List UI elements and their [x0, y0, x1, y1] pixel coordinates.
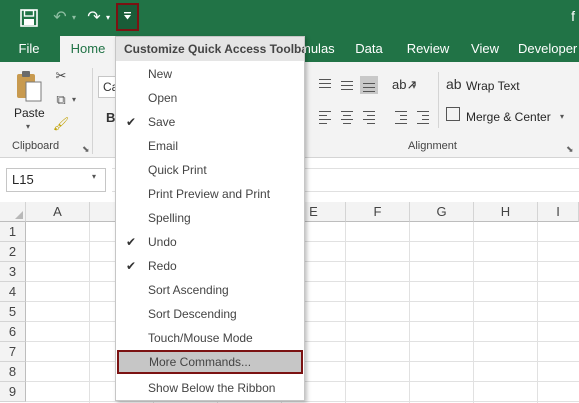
menu-item-show-below-ribbon[interactable]: Show Below the Ribbon — [116, 376, 304, 400]
format-painter-icon[interactable]: 🖌 — [52, 116, 70, 132]
menu-item-redo[interactable]: ✔ Redo — [116, 254, 304, 278]
redo-icon[interactable]: ↷ — [84, 6, 104, 30]
increase-indent-icon[interactable] — [414, 108, 432, 126]
decrease-indent-icon[interactable] — [392, 108, 410, 126]
menu-item-email[interactable]: Email — [116, 134, 304, 158]
paste-button[interactable]: Paste — [14, 106, 45, 120]
alignment-launcher-icon[interactable]: ⬊ — [566, 144, 574, 155]
tab-file[interactable]: File — [0, 36, 58, 62]
bold-button[interactable]: B — [106, 110, 115, 125]
check-icon: ✔ — [125, 235, 137, 249]
menu-item-spelling[interactable]: Spelling — [116, 206, 304, 230]
row-header[interactable]: 4 — [0, 282, 26, 302]
group-divider — [92, 68, 93, 154]
column-header[interactable]: H — [474, 202, 538, 222]
top-align-icon[interactable] — [316, 76, 334, 94]
align-right-icon[interactable] — [360, 108, 378, 126]
check-icon: ✔ — [125, 115, 137, 129]
align-left-icon[interactable] — [316, 108, 334, 126]
wrap-text-button[interactable]: Wrap Text — [466, 79, 520, 93]
center-icon[interactable] — [338, 108, 356, 126]
column-header[interactable]: F — [346, 202, 410, 222]
tab-formulas[interactable]: mulas — [300, 36, 340, 62]
customize-qat-icon — [124, 12, 131, 20]
title-bar: ↶ ▾ ↷ ▾ f — [0, 0, 579, 36]
column-header[interactable]: I — [538, 202, 579, 222]
group-divider — [438, 72, 439, 128]
cut-icon[interactable]: ✂ — [52, 68, 70, 84]
merge-center-button[interactable]: Merge & Center — [466, 110, 551, 124]
customize-qat-menu: Customize Quick Access Toolbar New Open … — [115, 36, 305, 401]
bottom-align-icon[interactable] — [360, 76, 378, 94]
customize-qat-button[interactable] — [116, 3, 139, 31]
paste-dropdown-icon[interactable]: ▾ — [26, 122, 30, 131]
orientation-dropdown-icon[interactable]: ▾ — [412, 82, 416, 91]
tab-home[interactable]: Home — [60, 36, 116, 62]
menu-item-print-preview[interactable]: Print Preview and Print — [116, 182, 304, 206]
save-icon[interactable] — [18, 6, 40, 30]
menu-title: Customize Quick Access Toolbar — [116, 37, 304, 61]
row-header[interactable]: 7 — [0, 342, 26, 362]
tab-data[interactable]: Data — [346, 36, 392, 62]
tab-developer[interactable]: Developer — [518, 36, 579, 62]
copy-icon[interactable]: ⧉ — [52, 92, 70, 108]
row-header[interactable]: 2 — [0, 242, 26, 262]
row-header[interactable]: 1 — [0, 222, 26, 242]
tab-view[interactable]: View — [464, 36, 506, 62]
row-header[interactable]: 3 — [0, 262, 26, 282]
clipboard-launcher-icon[interactable]: ⬊ — [82, 144, 90, 155]
row-header[interactable]: 9 — [0, 382, 26, 402]
merge-center-icon[interactable] — [446, 107, 460, 121]
menu-item-touch-mouse-mode[interactable]: Touch/Mouse Mode — [116, 326, 304, 350]
name-box[interactable]: L15 — [6, 168, 106, 192]
menu-item-more-commands[interactable]: More Commands... — [117, 350, 303, 374]
merge-dropdown-icon[interactable]: ▾ — [560, 112, 564, 121]
redo-dropdown-icon[interactable]: ▾ — [104, 6, 112, 30]
undo-dropdown-icon[interactable]: ▾ — [70, 6, 78, 30]
row-header[interactable]: 6 — [0, 322, 26, 342]
paste-icon[interactable] — [14, 70, 44, 104]
window-title: f — [571, 8, 575, 24]
row-header[interactable]: 5 — [0, 302, 26, 322]
menu-item-sort-ascending[interactable]: Sort Ascending — [116, 278, 304, 302]
name-box-dropdown-icon[interactable]: ▾ — [92, 172, 96, 181]
row-header[interactable]: 8 — [0, 362, 26, 382]
menu-item-sort-descending[interactable]: Sort Descending — [116, 302, 304, 326]
column-header[interactable]: A — [26, 202, 90, 222]
column-header[interactable]: G — [410, 202, 474, 222]
undo-icon[interactable]: ↶ — [50, 6, 70, 30]
menu-item-open[interactable]: Open — [116, 86, 304, 110]
menu-item-quick-print[interactable]: Quick Print — [116, 158, 304, 182]
menu-item-save[interactable]: ✔ Save — [116, 110, 304, 134]
middle-align-icon[interactable] — [338, 76, 356, 94]
tab-review[interactable]: Review — [400, 36, 456, 62]
clipboard-group-label: Clipboard — [12, 140, 60, 152]
wrap-text-icon[interactable]: ab — [446, 76, 462, 92]
alignment-group-label: Alignment — [408, 140, 457, 152]
check-icon: ✔ — [125, 259, 137, 273]
select-all-corner[interactable] — [0, 202, 26, 222]
menu-item-undo[interactable]: ✔ Undo — [116, 230, 304, 254]
menu-item-new[interactable]: New — [116, 62, 304, 86]
copy-dropdown-icon[interactable]: ▾ — [72, 95, 76, 104]
